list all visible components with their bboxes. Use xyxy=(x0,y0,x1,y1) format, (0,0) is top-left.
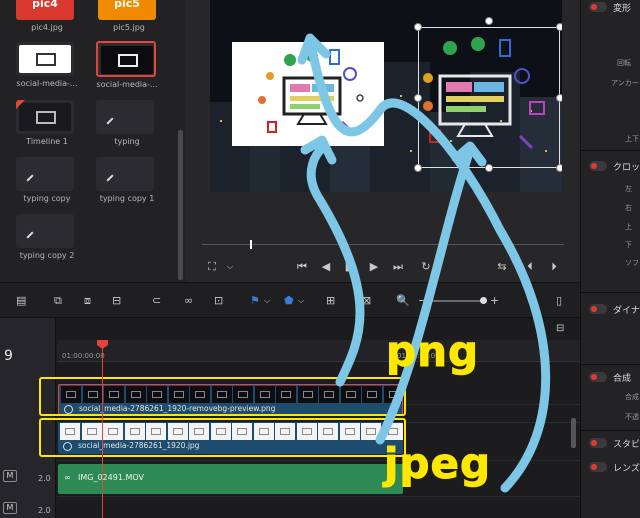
media-clip-typing[interactable]: typing xyxy=(96,100,158,150)
viewer-scrub-bar[interactable] xyxy=(202,244,564,245)
overwrite-clip-icon[interactable]: ⧈ xyxy=(84,294,91,308)
media-clip-timeline-1[interactable]: Timeline 1 xyxy=(16,100,78,150)
zoom-full-icon[interactable]: ⊞ xyxy=(326,294,335,308)
section-toggle[interactable] xyxy=(589,462,607,472)
section-toggle[interactable] xyxy=(589,2,607,12)
clip-thumbnail xyxy=(16,100,74,134)
mute-button[interactable]: M xyxy=(3,502,17,514)
media-clip-pic4[interactable]: pic4 pic4.jpg xyxy=(16,0,78,36)
inspector-panel: 変形 回転 アンカー 上下 クロッ 左 右 上 下 ソフ ダイナ 合成 合成 不… xyxy=(580,0,640,518)
section-toggle[interactable] xyxy=(589,438,607,448)
match-frame-icon[interactable]: ⇆ xyxy=(494,259,510,275)
reverse-play-icon[interactable]: ◀ xyxy=(318,259,334,275)
inspector-section-transform[interactable]: 変形 xyxy=(581,0,640,14)
clip-thumbnail: pic4 xyxy=(16,0,74,20)
go-to-start-icon[interactable]: ⏮ xyxy=(294,259,310,275)
play-icon[interactable]: ▶ xyxy=(366,259,382,275)
media-clip-social-media-jpg[interactable]: social-media-... xyxy=(16,42,78,92)
media-clip-social-media-png[interactable]: social-media-... xyxy=(96,41,158,91)
clip-thumbnail: pic5 xyxy=(98,0,156,20)
zoom-custom-icon[interactable]: 🔍 xyxy=(396,294,410,308)
transform-handle[interactable] xyxy=(414,94,422,102)
chevron-down-icon[interactable]: ⌵ xyxy=(264,294,270,308)
zoom-slider[interactable] xyxy=(432,300,484,302)
zoom-slider-knob[interactable] xyxy=(480,297,487,304)
media-clip-typing-copy[interactable]: typing copy xyxy=(16,157,78,207)
pen-icon xyxy=(26,174,34,182)
media-pool-scrollbar[interactable] xyxy=(178,130,183,280)
mark-in-icon[interactable]: ⏴ xyxy=(522,259,538,275)
lock-icon[interactable]: ⊡ xyxy=(214,294,223,308)
crop-tool-icon[interactable]: ⛶ xyxy=(204,259,220,275)
clip-thumbnail xyxy=(96,100,154,134)
transform-selection-box[interactable] xyxy=(418,27,560,168)
transform-handle[interactable] xyxy=(485,17,493,25)
media-clip-typing-copy-2[interactable]: typing copy 2 xyxy=(16,214,78,264)
timecode-display: 9 xyxy=(4,348,13,364)
transform-handle[interactable] xyxy=(414,23,422,31)
inspector-section-lens[interactable]: レンズ xyxy=(581,460,640,474)
media-clip-typing-copy-1[interactable]: typing copy 1 xyxy=(96,157,158,207)
transform-handle[interactable] xyxy=(556,94,562,102)
link-icon[interactable]: ∞ xyxy=(184,294,193,308)
mute-button[interactable]: M xyxy=(3,470,17,482)
zoom-detail-icon[interactable]: ⊠ xyxy=(362,294,371,308)
zoom-out-icon[interactable]: − xyxy=(418,294,427,308)
pen-icon xyxy=(106,174,114,182)
audio-icon[interactable]: ◖ xyxy=(530,294,536,308)
track-volume: 2.0 xyxy=(38,474,51,483)
media-clip-pic5[interactable]: pic5 pic5.jpg xyxy=(98,0,160,36)
highlight-box-jpeg xyxy=(39,418,406,457)
track-volume: 2.0 xyxy=(38,506,51,515)
pen-icon xyxy=(106,117,114,125)
chevron-down-icon[interactable]: ⌵ xyxy=(298,294,304,308)
highlight-box-png xyxy=(39,377,406,416)
transform-handle[interactable] xyxy=(485,164,493,172)
transform-handle[interactable] xyxy=(414,164,422,172)
timeline-options-icon[interactable]: ⊟ xyxy=(556,322,564,336)
marker-icon[interactable]: ⬟ xyxy=(284,294,294,308)
annotation-jpeg-label: jpeg xyxy=(383,439,492,489)
clip-thumbnail xyxy=(16,42,74,76)
timeline: 9 M 2.0 M 2.0 01:00:00:00 01:00:00:00 ⊟ … xyxy=(0,318,580,518)
section-toggle[interactable] xyxy=(589,372,607,382)
viewer: ⛶ ⌵ ⏮ ◀ ■ ▶ ⏭ ↻ ⇆ ⏴ ⏵ xyxy=(186,0,580,282)
inspector-section-crop[interactable]: クロッ xyxy=(581,159,640,173)
chevron-down-icon[interactable]: ⌵ xyxy=(222,259,238,275)
viewer-scrub-head[interactable] xyxy=(250,240,252,249)
mark-out-icon[interactable]: ⏵ xyxy=(546,259,562,275)
replace-clip-icon[interactable]: ⊟ xyxy=(112,294,121,308)
png-image-overlay[interactable] xyxy=(232,42,384,146)
timeline-view-icon[interactable]: ▤ xyxy=(16,294,26,308)
pen-icon xyxy=(26,231,34,239)
timeline-clip-audio[interactable]: ∞ IMG_02491.MOV xyxy=(58,464,403,494)
inspector-section-dynamic-zoom[interactable]: ダイナ xyxy=(581,302,640,316)
clip-thumbnail xyxy=(16,214,74,248)
zoom-in-icon[interactable]: + xyxy=(490,294,499,308)
loop-icon[interactable]: ↻ xyxy=(418,259,434,275)
flag-icon[interactable]: ⚑ xyxy=(250,294,260,308)
go-to-end-icon[interactable]: ⏭ xyxy=(390,259,406,275)
transform-handle[interactable] xyxy=(556,164,562,172)
timeline-ruler[interactable]: 01:00:00:00 01:00:00:00 xyxy=(57,340,580,362)
timeline-toolbar: ▤ ⧉ ⧈ ⊟ ⊂ ∞ ⊡ ⚑ ⌵ ⬟ ⌵ ⊞ ⊠ 🔍 − + ◖ ▯ xyxy=(0,282,580,318)
inspector-section-composite[interactable]: 合成 xyxy=(581,370,640,384)
section-toggle[interactable] xyxy=(589,304,607,314)
video-preview[interactable] xyxy=(210,0,562,192)
clip-thumbnail xyxy=(96,157,154,191)
timeline-scrollbar[interactable] xyxy=(571,418,576,448)
mixer-icon[interactable]: ▯ xyxy=(556,294,562,308)
inspector-section-stabilization[interactable]: スタビ xyxy=(581,436,640,450)
stop-icon[interactable]: ■ xyxy=(342,259,358,275)
snapping-icon[interactable]: ⊂ xyxy=(152,294,161,308)
clip-thumbnail xyxy=(16,157,74,191)
insert-clip-icon[interactable]: ⧉ xyxy=(54,294,62,308)
transform-handle[interactable] xyxy=(556,23,562,31)
link-icon: ∞ xyxy=(64,473,71,482)
annotation-png-label: png xyxy=(385,327,480,377)
media-pool: pic4 pic4.jpg pic5 pic5.jpg social-media… xyxy=(0,0,186,282)
clip-thumbnail xyxy=(96,41,156,77)
playhead[interactable] xyxy=(102,348,103,518)
section-toggle[interactable] xyxy=(589,161,607,171)
